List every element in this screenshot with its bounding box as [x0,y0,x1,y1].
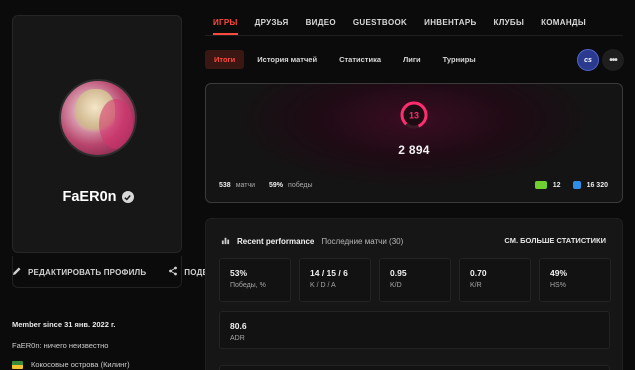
game-selector-button[interactable]: cs [577,49,599,71]
member-since: Member since 31 янв. 2022 г. [12,320,116,329]
subtab-tournaments[interactable]: Турниры [434,50,485,69]
elo-value: 2 894 [398,143,430,157]
subtab-match-history[interactable]: История матчей [248,50,326,69]
perf-title: Recent performance [237,237,315,246]
stat-tile-partial [219,365,610,370]
perf-subtitle: Последние матчи (30) [321,237,404,246]
tab-teams[interactable]: КОМАНДЫ [541,18,596,35]
location-label: Кокосовые острова (Килинг) [31,360,130,369]
recent-performance-card: Recent performance Последние матчи (30) … [205,218,623,370]
matches-label: матчи [235,182,256,189]
stat-label: Победы, % [230,282,266,289]
stat-label: K/D [390,282,402,289]
share-button[interactable]: ПОДЕ [168,266,208,278]
tab-video[interactable]: ВИДЕО [306,18,346,35]
more-icon: ••• [609,54,617,66]
points-count: 16 320 [586,181,608,189]
profile-card: FaER0n [12,15,182,253]
bio: FaER0n: ничего неизвестно [12,341,109,350]
matches-count: 538 [219,182,231,189]
sub-tabs: Итоги История матчей Статистика Лиги Тур… [205,50,485,69]
nickname: FaER0n [62,189,117,205]
avatar[interactable] [59,79,137,157]
nickname-row: FaER0n [13,189,183,205]
green-chip-icon [534,181,547,189]
stat-label: ADR [230,335,245,342]
location: Кокосовые острова (Килинг) [12,360,130,369]
level-value: 13 [409,111,419,121]
stat-value: 80.6 [230,321,247,331]
edit-profile-label: РЕДАКТИРОВАТЬ ПРОФИЛЬ [28,267,147,277]
share-icon [168,266,178,278]
stat-tile-winrate: 53% Победы, % [219,258,291,302]
stat-label: K / D / A [310,282,336,289]
green-count: 12 [552,181,561,189]
level-badge: 13 [400,101,428,129]
elo-stats: 538 матчи 59% победы [219,182,313,189]
perf-header: Recent performance Последние матчи (30) [221,236,403,247]
profile-actions: РЕДАКТИРОВАТЬ ПРОФИЛЬ ПОДЕ [12,256,212,288]
winrate-label: победы [288,182,313,189]
cs-logo-icon: cs [584,56,592,64]
stat-value: 14 / 15 / 6 [310,268,348,278]
stat-label: K/R [470,282,482,289]
tab-clubs[interactable]: КЛУБЫ [494,18,535,35]
subtab-overview[interactable]: Итоги [205,50,245,69]
points-icon [572,181,581,189]
subtab-statistics[interactable]: Статистика [330,50,390,69]
stat-label: HS% [550,282,566,289]
stat-tile-adr: 80.6 ADR [219,311,610,349]
verified-icon [121,191,134,203]
stat-tile-kr: 0.70 K/R [459,258,531,302]
tab-friends[interactable]: ДРУЗЬЯ [255,18,299,35]
stat-value: 0.95 [390,268,407,278]
elo-card: 13 2 894 538 матчи 59% победы 12 16 320 [205,83,623,203]
tab-games[interactable]: ИГРЫ [213,18,248,35]
main-tabs: ИГРЫ ДРУЗЬЯ ВИДЕО GUESTBOOK ИНВЕНТАРЬ КЛ… [213,18,603,35]
subtab-leagues[interactable]: Лиги [394,50,430,69]
stat-value: 53% [230,268,248,278]
currency-stats: 12 16 320 [534,181,608,189]
pencil-icon [12,266,22,278]
see-more-stats-link[interactable]: СМ. БОЛЬШЕ СТАТИСТИКИ [504,236,606,245]
stat-tile-kda: 14 / 15 / 6 K / D / A [299,258,371,302]
winrate-value: 59% [269,182,284,189]
stat-value: 0.70 [470,268,487,278]
flag-icon [12,360,23,369]
more-options-button[interactable]: ••• [602,49,624,71]
stat-value: 49% [550,268,568,278]
tab-guestbook[interactable]: GUESTBOOK [353,18,417,35]
stat-tile-hs: 49% HS% [539,258,611,302]
edit-profile-button[interactable]: РЕДАКТИРОВАТЬ ПРОФИЛЬ [12,266,146,278]
stat-tile-kd: 0.95 K/D [379,258,451,302]
tab-inventory[interactable]: ИНВЕНТАРЬ [424,18,486,35]
bar-chart-icon [221,236,230,247]
